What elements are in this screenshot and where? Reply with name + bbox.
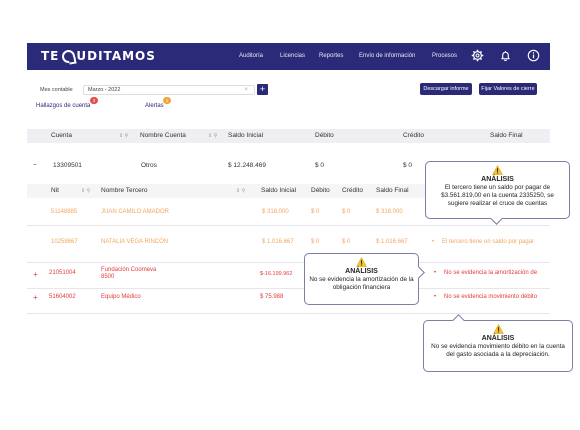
cell-third-party-name: NATALIA VEGA RINCÓN <box>101 239 169 245</box>
tab-alerts[interactable]: Alertas <box>145 103 164 109</box>
nav-licencias[interactable]: Licencias <box>280 53 305 59</box>
row-bullet: • <box>434 270 437 276</box>
cell-sub-initial: $ 1.016.667 <box>262 239 294 245</box>
cell-account: 51604002 <box>49 294 76 300</box>
sort-icon[interactable]: ⇕ ⚲ <box>81 188 90 194</box>
col-account[interactable]: Cuenta <box>51 132 72 139</box>
row-divider <box>27 262 550 263</box>
month-select[interactable]: Marzo - 2022 × <box>83 85 255 95</box>
cell-nit: 51148885 <box>51 209 78 215</box>
add-button[interactable]: + <box>257 84 268 95</box>
cell-sub-credit: $ 0 <box>342 239 351 245</box>
table-row[interactable]: 10258667 NATALIA VEGA RINCÓN $ 1.016.667… <box>27 239 550 251</box>
cell-initial-balance: $ 12.248.469 <box>228 162 266 169</box>
cell-sub-debit: $ 0 <box>311 209 320 215</box>
cell-alert-note: No se evidencia movimiento débito <box>444 294 538 300</box>
cell-sub-initial: $ 318.000 <box>262 209 289 215</box>
download-report-button[interactable]: Descargar informe <box>420 83 472 95</box>
findings-count-badge: 3 <box>90 97 98 104</box>
col-debit[interactable]: Débito <box>315 132 334 139</box>
cell-name-line1: Fundación Coomeva <box>101 267 157 273</box>
cell-account: 13309501 <box>53 162 82 169</box>
top-nav-bar: TE UDITAMOS Auditoría Licencias Reportes… <box>27 43 550 70</box>
callout-title: ANÁLISIS <box>481 176 514 183</box>
sort-icon[interactable]: ⇕ ⚲ <box>236 188 245 194</box>
warning-icon <box>356 257 367 267</box>
fix-closing-values-button[interactable]: Fijar Valores de cierre <box>479 83 537 95</box>
main-table-header: Cuenta ⇕ ⚲ Nombre Cuenta ⇕ ⚲ Saldo Inici… <box>27 129 550 143</box>
col-account-name[interactable]: Nombre Cuenta <box>140 132 186 139</box>
callout-text: No se evidencia movimiento débito en la … <box>431 343 565 358</box>
cell-name-line1: Equipo Médico <box>101 294 141 300</box>
cell-alert-note: El tercero tiene un saldo por pagar <box>442 239 535 245</box>
tab-account-findings[interactable]: Hallazgos de cuenta <box>36 103 90 109</box>
sort-icon[interactable]: ⇕ ⚲ <box>208 133 217 139</box>
table-row[interactable]: + 21051004 Fundación Coomeva 8500 $-16.1… <box>27 267 550 285</box>
cell-account: 21051004 <box>49 270 76 276</box>
cell-credit: $ 0 <box>403 162 413 169</box>
sort-icon[interactable]: ⇕ ⚲ <box>119 133 128 139</box>
cell-account-name: Otros <box>141 162 157 169</box>
col-sub-initial[interactable]: Saldo Inicial <box>261 187 296 194</box>
cell-sub-final: $ 318.000 <box>376 209 403 215</box>
callout-text: No se evidencia la amortización de la ob… <box>309 276 414 291</box>
callout-title: ANÁLISIS <box>481 335 515 342</box>
col-initial-balance[interactable]: Saldo Inicial <box>228 132 263 139</box>
nav-reportes[interactable]: Reportes <box>319 53 343 59</box>
bell-icon[interactable] <box>499 49 512 62</box>
cell-third-party-name: JUAN CAMILO AMADOR <box>101 209 170 215</box>
callout-title: ANÁLISIS <box>345 268 378 275</box>
col-credit[interactable]: Crédito <box>403 132 424 139</box>
col-nit[interactable]: Nit <box>51 187 59 194</box>
col-sub-credit[interactable]: Crédito <box>342 187 363 194</box>
nav-procesos[interactable]: Procesos <box>432 53 457 59</box>
table-row[interactable]: + 51604002 Equipo Médico $ 75.988 • No s… <box>27 293 550 305</box>
gear-icon[interactable] <box>471 49 484 62</box>
clear-icon[interactable]: × <box>244 86 248 94</box>
row-divider <box>27 288 550 289</box>
cell-alert-note: No se evidencia la amortización de <box>444 270 538 276</box>
row-divider <box>27 313 550 314</box>
info-icon[interactable] <box>527 49 540 62</box>
cell-name-line2: 8500 <box>101 274 115 280</box>
warning-icon <box>492 165 503 175</box>
col-sub-debit[interactable]: Débito <box>311 187 330 194</box>
cell-sub-final: $ 1.016.667 <box>376 239 408 245</box>
alerts-count-badge: 1 <box>163 97 171 104</box>
analysis-callout: ANÁLISIS El tercero tiene un saldo por p… <box>425 161 570 225</box>
row-divider <box>27 225 550 226</box>
logo-text-left: TE <box>41 49 60 63</box>
cell-sub-debit: $ 0 <box>311 239 320 245</box>
analysis-callout: ANÁLISIS No se evidencia movimiento débi… <box>423 314 573 372</box>
warning-icon <box>492 324 504 334</box>
row-bullet: • <box>432 239 435 245</box>
analysis-callout: ANÁLISIS No se evidencia la amortización… <box>304 253 425 305</box>
app-logo[interactable]: TE UDITAMOS <box>41 49 156 63</box>
cell-sub-credit: $ 0 <box>342 209 351 215</box>
logo-mark <box>62 49 76 63</box>
row-bullet: • <box>434 294 437 300</box>
nav-envio-informacion[interactable]: Envío de información <box>359 53 415 59</box>
month-select-value: Marzo - 2022 <box>88 87 121 93</box>
month-label: Mes contable <box>40 87 73 93</box>
expand-toggle[interactable]: + <box>33 270 38 279</box>
col-third-party-name[interactable]: Nombre Tercero <box>101 187 147 194</box>
col-final-balance[interactable]: Saldo Final <box>490 132 523 139</box>
collapse-toggle[interactable]: − <box>33 162 37 169</box>
cell-debit: $ 0 <box>315 162 325 169</box>
nav-auditoria[interactable]: Auditoría <box>239 53 263 59</box>
col-sub-final[interactable]: Saldo Final <box>376 187 409 194</box>
expand-toggle[interactable]: + <box>33 293 38 302</box>
logo-text-right: UDITAMOS <box>76 49 156 63</box>
callout-text: El tercero tiene un saldo por pagar de $… <box>441 184 554 207</box>
cell-initial-balance: $ 75.988 <box>260 294 284 300</box>
cell-nit: 10258667 <box>51 239 78 245</box>
cell-initial-balance: $-16.199.962 <box>260 271 293 277</box>
